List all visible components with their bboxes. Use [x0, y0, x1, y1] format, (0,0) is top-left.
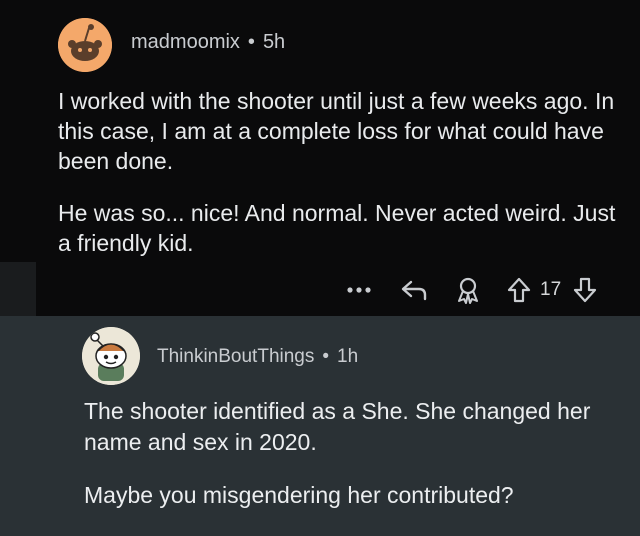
- comment-age: 1h: [337, 346, 359, 367]
- comment-meta: ThinkinBoutThings • 1h: [157, 346, 358, 368]
- comment-paragraph: The shooter identified as a She. She cha…: [84, 398, 591, 455]
- comment-paragraph: I worked with the shooter until just a f…: [58, 88, 615, 174]
- meta-separator: •: [247, 31, 255, 53]
- comment-paragraph: Maybe you misgendering her contributed?: [84, 482, 514, 508]
- downvote-arrow-icon[interactable]: [573, 273, 601, 307]
- comment-meta: madmoomix • 5h: [131, 31, 285, 54]
- vote-count: 17: [540, 279, 562, 300]
- comment-age: 5h: [262, 31, 286, 53]
- more-dots-icon[interactable]: [345, 273, 379, 307]
- thread-line: [0, 262, 36, 316]
- parent-comment: madmoomix • 5h I worked with the shooter u…: [0, 0, 640, 316]
- meta-separator: •: [322, 346, 330, 367]
- comment-actions: 17: [345, 273, 635, 307]
- comment-paragraph: He was so... nice! And normal. Never act…: [58, 200, 616, 256]
- comment-thread: madmoomix • 5h I worked with the shooter u…: [0, 0, 640, 536]
- snoo-avatar-icon[interactable]: [58, 18, 112, 72]
- comment-body: I worked with the shooter until just a f…: [58, 86, 628, 280]
- snoo-avatar-icon[interactable]: [82, 327, 140, 385]
- username[interactable]: madmoomix: [131, 31, 240, 53]
- award-icon[interactable]: [455, 273, 485, 307]
- comment-body: The shooter identified as a She. She cha…: [84, 396, 629, 533]
- username[interactable]: ThinkinBoutThings: [157, 346, 314, 367]
- upvote-arrow-icon[interactable]: [507, 273, 535, 307]
- reply-arrow-icon[interactable]: [399, 273, 431, 307]
